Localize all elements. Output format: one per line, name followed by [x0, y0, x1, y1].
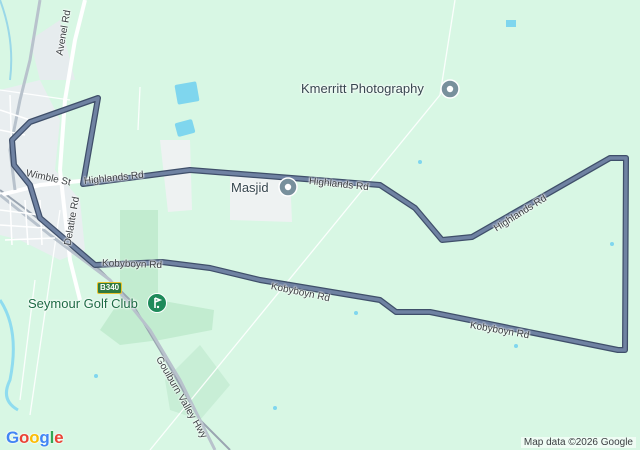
- water-dot: [610, 242, 614, 246]
- place-label-kmerritt-photography[interactable]: Kmerritt Photography: [301, 81, 424, 96]
- route-outline: [9, 95, 629, 353]
- water-dot: [514, 344, 518, 348]
- water-dot: [354, 311, 358, 315]
- map-attribution[interactable]: Map data ©2026 Google: [520, 437, 636, 448]
- water-body: [506, 20, 516, 27]
- route-line[interactable]: [10, 96, 628, 352]
- river: [0, 299, 19, 412]
- map-base: [0, 0, 629, 450]
- place-label-masjid[interactable]: Masjid: [231, 180, 269, 195]
- water-body: [174, 81, 200, 105]
- water-dot: [94, 374, 98, 378]
- road-label-kobyboyn-west: Kobyboyn Rd: [101, 258, 163, 272]
- golf-course-area: [100, 210, 214, 345]
- water-dot: [418, 160, 422, 164]
- google-logo: Google: [6, 428, 64, 447]
- creek: [0, 0, 13, 81]
- route-shield-b340: B340: [97, 282, 123, 294]
- place-label-seymour-golf-club[interactable]: Seymour Golf Club: [28, 296, 138, 311]
- map-canvas[interactable]: Avenel Rd Wimble St Highlands Rd Highlan…: [0, 0, 640, 450]
- water-body: [174, 119, 196, 137]
- water-dot: [273, 406, 277, 410]
